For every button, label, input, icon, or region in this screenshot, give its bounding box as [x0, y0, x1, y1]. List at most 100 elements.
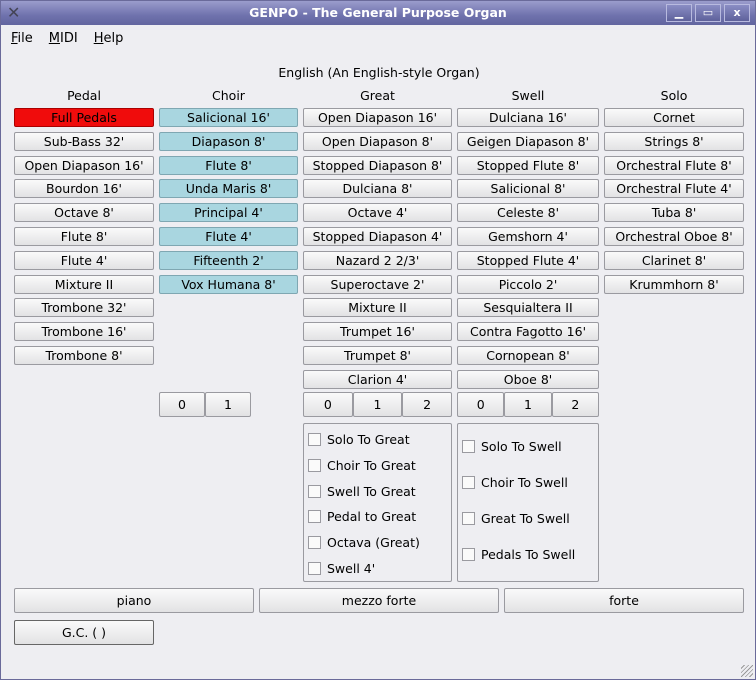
stop-button[interactable]: Stopped Flute 8'	[457, 155, 599, 175]
coupler-checkbox[interactable]: Swell 4'	[308, 561, 375, 576]
stop-button[interactable]: Trombone 32'	[14, 298, 154, 318]
coupler-checkbox[interactable]: Pedal to Great	[308, 509, 416, 524]
stop-button[interactable]: Principal 4'	[159, 203, 298, 223]
preset-mezzo-forte[interactable]: mezzo forte	[259, 588, 499, 613]
coupler-checkbox[interactable]: Octava (Great)	[308, 535, 420, 550]
stop-button[interactable]: Flute 8'	[14, 226, 154, 246]
registrations-great: 012	[303, 392, 452, 417]
stop-button[interactable]: Octave 8'	[14, 203, 154, 223]
coupler-checkbox[interactable]: Great To Swell	[462, 511, 570, 526]
coupler-checkbox[interactable]: Solo To Swell	[462, 439, 562, 454]
resize-grip[interactable]	[741, 665, 753, 677]
registration-button[interactable]: 2	[551, 392, 599, 417]
stop-button[interactable]: Trumpet 8'	[303, 345, 452, 365]
stop-button[interactable]: Orchestral Flute 4'	[604, 179, 744, 199]
registration-button[interactable]: 0	[303, 392, 353, 417]
stop-button[interactable]: Vox Humana 8'	[159, 274, 298, 294]
checkbox[interactable]	[308, 484, 321, 498]
registration-button[interactable]: 1	[205, 392, 251, 417]
stop-button[interactable]: Strings 8'	[604, 131, 744, 151]
stop-button[interactable]: Celeste 8'	[457, 203, 599, 223]
menu-file[interactable]: File	[11, 31, 33, 46]
stop-button[interactable]: Sesquialtera II	[457, 298, 599, 318]
stop-button[interactable]: Full Pedals	[14, 108, 154, 127]
stop-button[interactable]: Open Diapason 16'	[303, 108, 452, 127]
stop-button[interactable]: Unda Maris 8'	[159, 179, 298, 199]
x-logo-icon: ✕	[7, 3, 21, 22]
checkbox-label: Swell To Great	[327, 483, 416, 499]
checkbox[interactable]	[462, 512, 475, 525]
stop-button[interactable]: Cornet	[604, 108, 744, 127]
registration-button[interactable]: 2	[402, 392, 452, 417]
stop-button[interactable]: Flute 4'	[14, 250, 154, 270]
checkbox-label: Choir To Great	[327, 457, 416, 473]
stop-button[interactable]: Trumpet 16'	[303, 322, 452, 342]
stop-button[interactable]: Orchestral Flute 8'	[604, 155, 744, 175]
stop-button[interactable]: Stopped Diapason 4'	[303, 226, 452, 246]
stop-button[interactable]: Salicional 16'	[159, 108, 298, 127]
stop-button[interactable]: Krummhorn 8'	[604, 274, 744, 294]
registration-button[interactable]: 0	[159, 392, 205, 417]
stop-button[interactable]: Dulciana 16'	[457, 108, 599, 127]
checkbox[interactable]	[308, 536, 321, 550]
stop-button[interactable]: Oboe 8'	[457, 369, 599, 389]
maximize-button[interactable]: ▭	[695, 4, 721, 22]
stop-button[interactable]: Bourdon 16'	[14, 179, 154, 199]
stop-button[interactable]: Flute 8'	[159, 155, 298, 175]
stop-button[interactable]: Clarion 4'	[303, 369, 452, 389]
checkbox[interactable]	[308, 510, 321, 524]
menu-bar: File MIDI Help	[11, 31, 123, 46]
stop-button[interactable]: Tuba 8'	[604, 203, 744, 223]
stop-button[interactable]: Cornopean 8'	[457, 345, 599, 365]
stop-button[interactable]: Contra Fagotto 16'	[457, 322, 599, 342]
coupler-checkbox[interactable]: Pedals To Swell	[462, 547, 575, 562]
checkbox[interactable]	[308, 562, 321, 575]
close-button[interactable]: x	[724, 4, 750, 22]
stop-button[interactable]: Superoctave 2'	[303, 274, 452, 294]
stop-button[interactable]: Stopped Flute 4'	[457, 250, 599, 270]
stop-button[interactable]: Geigen Diapason 8'	[457, 131, 599, 151]
stop-button[interactable]: Trombone 8'	[14, 345, 154, 365]
stop-button[interactable]: Nazard 2 2/3'	[303, 250, 452, 270]
stops-solo: Cornet Strings 8' Orchestral Flute 8' Orche…	[604, 108, 744, 294]
coupler-checkbox[interactable]: Choir To Great	[308, 458, 416, 473]
stop-button[interactable]: Orchestral Oboe 8'	[604, 226, 744, 246]
stop-button[interactable]: Octave 4'	[303, 203, 452, 223]
preset-forte[interactable]: forte	[504, 588, 744, 613]
coupler-checkbox[interactable]: Choir To Swell	[462, 475, 568, 490]
division-label-swell: Swell	[511, 88, 545, 103]
title-bar[interactable]: ✕ GENPO - The General Purpose Organ ▁ ▭ …	[1, 1, 755, 25]
stop-button[interactable]: Trombone 16'	[14, 322, 154, 342]
checkbox[interactable]	[462, 440, 475, 453]
stop-button[interactable]: Clarinet 8'	[604, 250, 744, 270]
menu-help[interactable]: Help	[94, 31, 124, 46]
stop-button[interactable]: Dulciana 8'	[303, 179, 452, 199]
coupler-checkbox[interactable]: Solo To Great	[308, 432, 410, 447]
general-cancel-button[interactable]: G.C. ( )	[14, 620, 154, 645]
stop-button[interactable]: Open Diapason 16'	[14, 155, 154, 175]
registration-button[interactable]: 1	[504, 392, 552, 417]
stop-button[interactable]: Diapason 8'	[159, 131, 298, 151]
minimize-button[interactable]: ▁	[666, 4, 692, 22]
preset-piano[interactable]: piano	[14, 588, 254, 613]
stop-button[interactable]: Gemshorn 4'	[457, 226, 599, 246]
registration-button[interactable]: 1	[352, 392, 403, 417]
checkbox[interactable]	[308, 433, 321, 446]
menu-midi[interactable]: MIDI	[49, 31, 78, 46]
coupler-checkbox[interactable]: Swell To Great	[308, 484, 416, 499]
checkbox[interactable]	[462, 548, 475, 561]
stop-button[interactable]: Mixture II	[303, 298, 452, 318]
stop-button[interactable]: Piccolo 2'	[457, 274, 599, 294]
checkbox[interactable]	[462, 476, 475, 489]
stop-button[interactable]: Flute 4'	[159, 226, 298, 246]
checkbox-label: Octava (Great)	[327, 535, 420, 551]
checkbox[interactable]	[308, 458, 321, 472]
registrations-swell: 012	[457, 392, 599, 417]
stop-button[interactable]: Fifteenth 2'	[159, 250, 298, 270]
registration-button[interactable]: 0	[457, 392, 505, 417]
stop-button[interactable]: Sub-Bass 32'	[14, 131, 154, 151]
stop-button[interactable]: Salicional 8'	[457, 179, 599, 199]
stop-button[interactable]: Mixture II	[14, 274, 154, 294]
stop-button[interactable]: Stopped Diapason 8'	[303, 155, 452, 175]
stop-button[interactable]: Open Diapason 8'	[303, 131, 452, 151]
